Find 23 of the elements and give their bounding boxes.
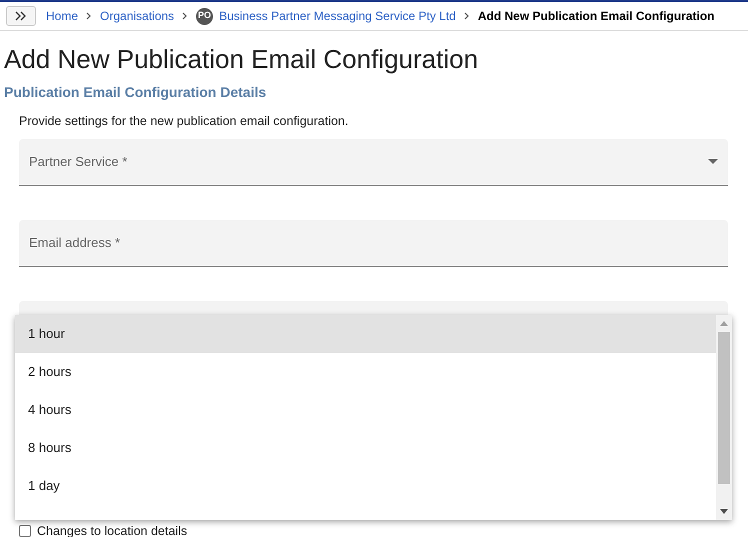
- field-label: Partner Service *: [29, 153, 128, 171]
- avatar: PO: [196, 8, 214, 24]
- section-title: Publication Email Configuration Details: [4, 83, 266, 102]
- section-description: Provide settings for the new publication email configuration.: [19, 113, 348, 130]
- select-field[interactable]: Partner Service *: [19, 138, 728, 186]
- double-chevron-icon: [15, 11, 27, 21]
- expand-button[interactable]: [6, 6, 36, 26]
- chevron-icon: [182, 12, 188, 20]
- breadcrumb-link[interactable]: Home: [46, 7, 78, 25]
- field-label: Email address *: [29, 234, 122, 252]
- dropdown-option[interactable]: 1 hour: [15, 315, 716, 353]
- scroll-down-icon[interactable]: [720, 509, 728, 514]
- input-field[interactable]: Email address *: [19, 220, 728, 267]
- chevron-icon: [86, 12, 92, 20]
- breadcrumb-link[interactable]: Organisations: [100, 7, 174, 25]
- breadcrumb-link[interactable]: Business Partner Messaging Service Pty Ltd: [219, 7, 456, 25]
- chevron-icon: [464, 12, 470, 20]
- breadcrumb-current: Add New Publication Email Configuration: [478, 8, 715, 25]
- page-title: Add New Publication Email Configuration: [4, 43, 478, 75]
- scrollbar-thumb[interactable]: [718, 332, 730, 484]
- checkbox[interactable]: [19, 525, 31, 537]
- scrollbar[interactable]: [716, 315, 732, 520]
- dropdown-arrow-icon: [708, 159, 718, 164]
